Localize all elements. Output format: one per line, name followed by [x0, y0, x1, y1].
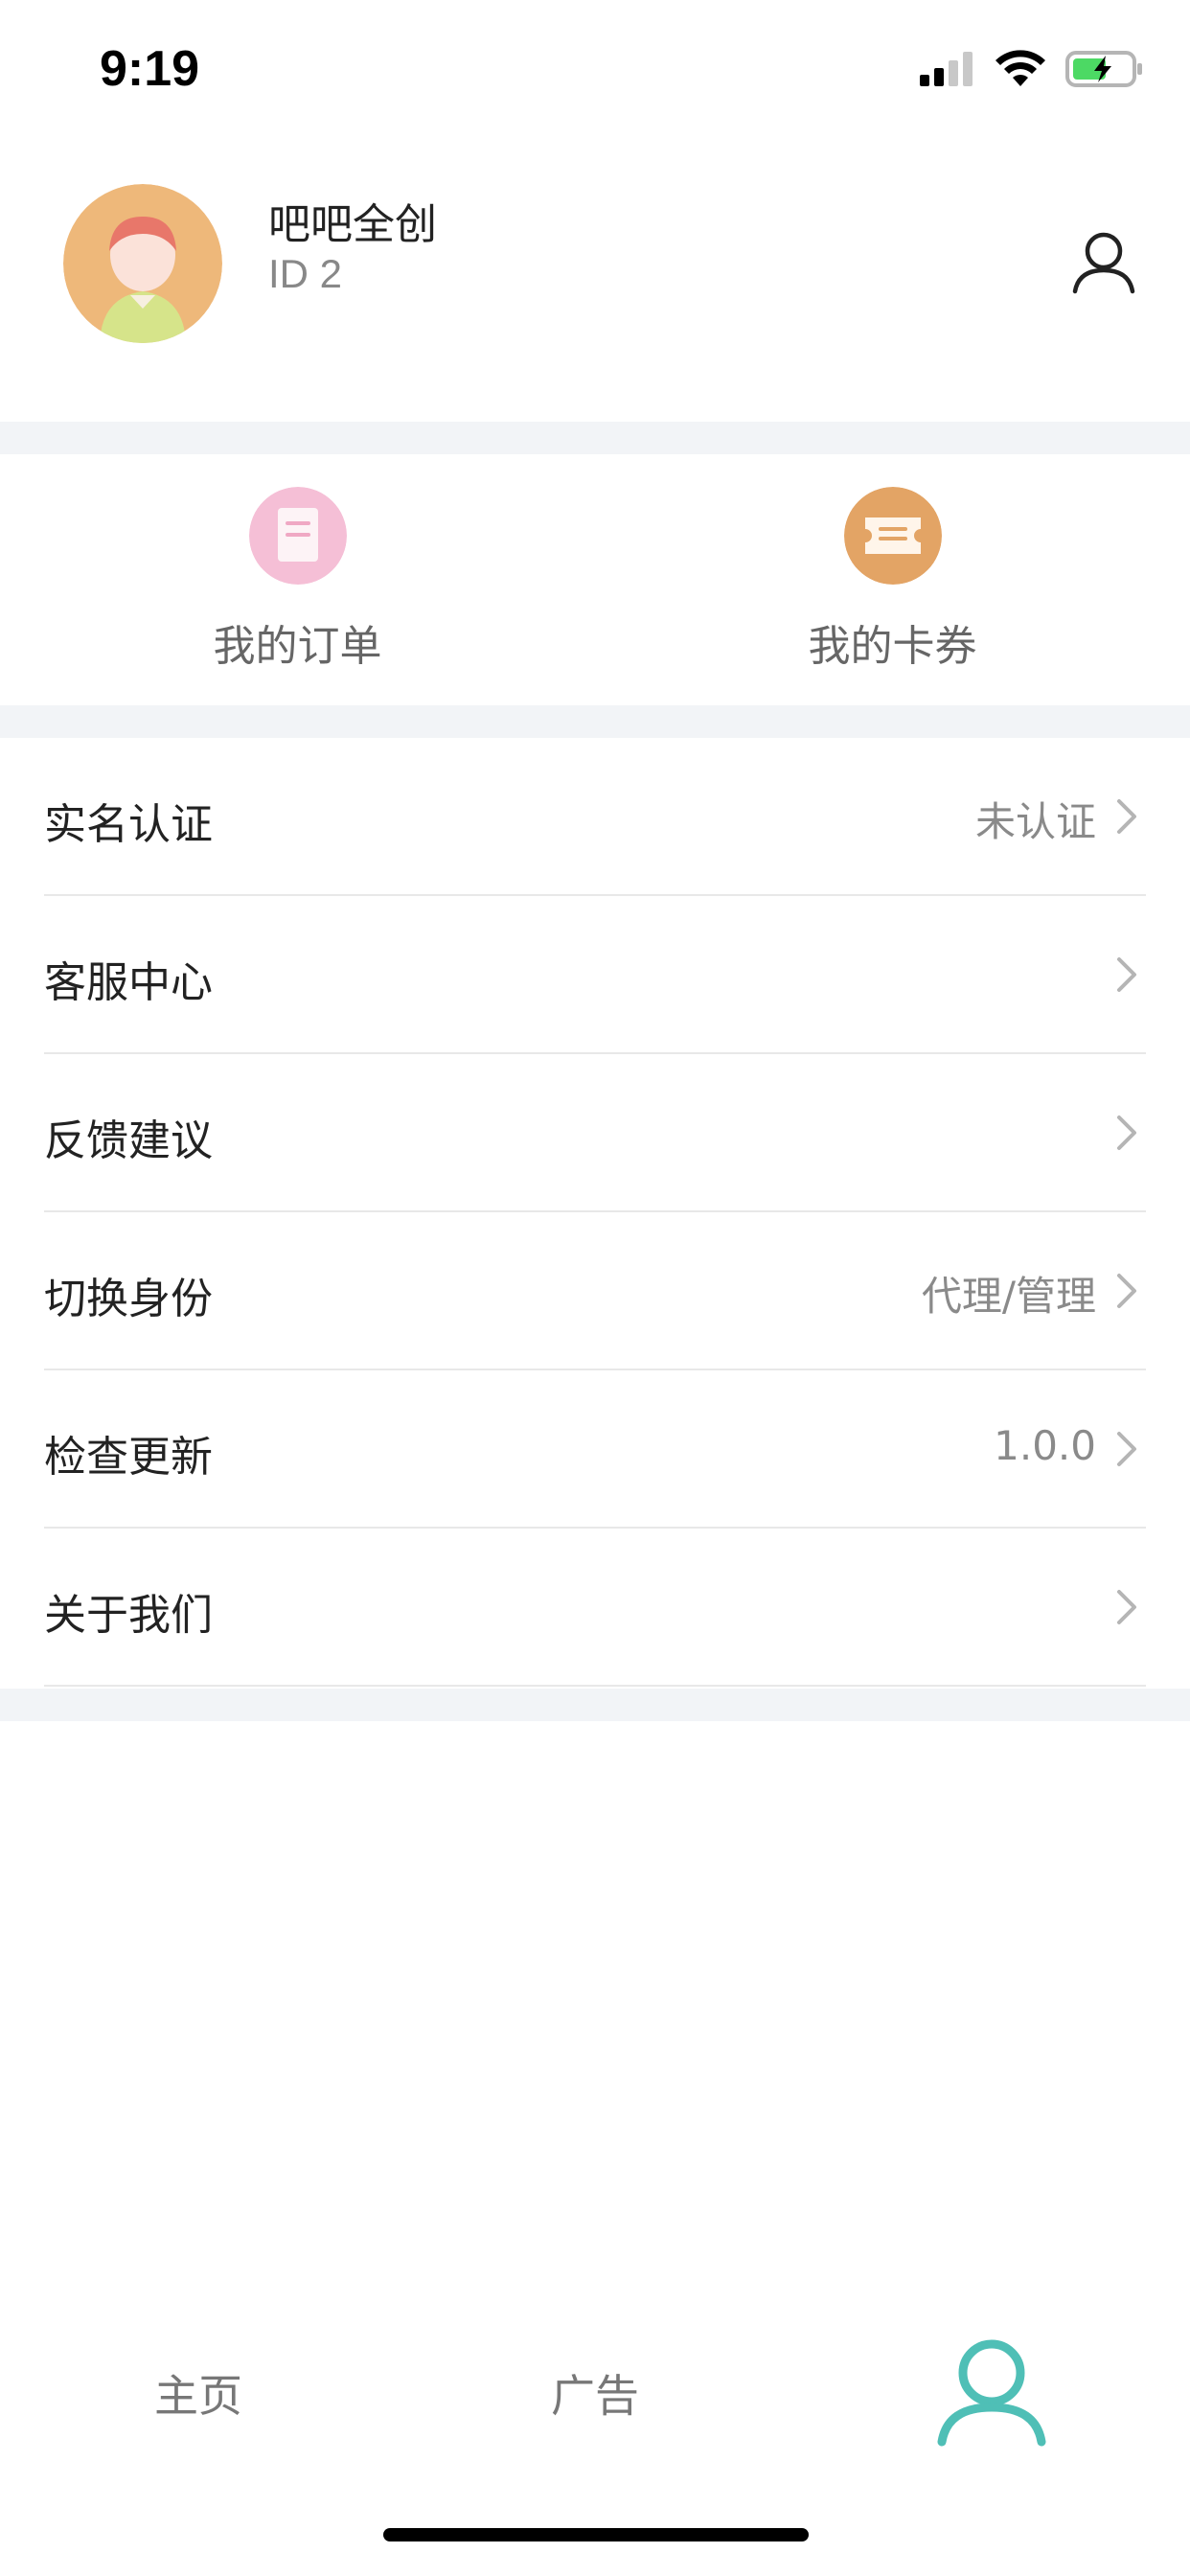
bottom-tab-bar: 主页 广告 [0, 2300, 1190, 2472]
cellular-signal-icon [920, 52, 973, 86]
chevron-right-icon [1117, 1116, 1136, 1150]
menu-item-switch-identity[interactable]: 切换身份 代理/管理 [44, 1212, 1146, 1370]
chevron-right-icon [1117, 1432, 1136, 1466]
status-time: 9:19 [100, 41, 200, 97]
tab-ads-label: 广告 [551, 2370, 639, 2422]
chevron-right-icon [1117, 1590, 1136, 1624]
tab-home[interactable]: 主页 [0, 2300, 397, 2472]
quick-actions: 我的订单 我的卡券 [0, 454, 1190, 705]
section-divider [0, 1689, 1190, 1721]
chevron-right-icon [1117, 799, 1136, 834]
my-coupons-button[interactable]: 我的卡券 [595, 454, 1190, 705]
menu-item-label: 切换身份 [44, 1275, 213, 1323]
my-orders-label: 我的订单 [213, 622, 382, 671]
home-indicator[interactable] [383, 2528, 809, 2542]
menu-item-check-update[interactable]: 检查更新 1.0.0 [44, 1370, 1146, 1529]
tab-profile[interactable] [793, 2300, 1190, 2472]
battery-charging-icon [1065, 51, 1142, 87]
profile-header: 吧吧全创 ID 2 [0, 144, 1190, 422]
tab-ads[interactable]: 广告 [397, 2300, 793, 2472]
order-document-icon [248, 487, 347, 585]
menu-item-label: 关于我们 [44, 1591, 213, 1640]
menu-item-value: 未认证 [974, 798, 1096, 845]
status-icons [920, 50, 1144, 88]
chevron-right-icon [1117, 1274, 1136, 1308]
coupon-ticket-icon [843, 487, 942, 585]
menu-item-customer-service[interactable]: 客服中心 [44, 896, 1146, 1054]
account-icon[interactable] [1069, 228, 1138, 297]
my-coupons-label: 我的卡券 [808, 622, 977, 671]
chevron-right-icon [1117, 957, 1136, 992]
menu-item-label: 检查更新 [44, 1433, 213, 1482]
wifi-icon [995, 50, 1045, 86]
menu-item-label: 反馈建议 [44, 1116, 213, 1165]
person-icon [937, 2339, 1046, 2447]
menu-item-value: 1.0.0 [994, 1422, 1096, 1469]
section-divider [0, 705, 1190, 738]
section-divider [0, 422, 1190, 454]
my-orders-button[interactable]: 我的订单 [0, 454, 595, 705]
menu-item-about-us[interactable]: 关于我们 [44, 1529, 1146, 1687]
menu-item-feedback[interactable]: 反馈建议 [44, 1054, 1146, 1212]
tab-home-label: 主页 [154, 2370, 242, 2422]
user-name: 吧吧全创 [268, 200, 437, 249]
menu-item-label: 客服中心 [44, 958, 213, 1007]
menu-item-real-name-verification[interactable]: 实名认证 未认证 [44, 738, 1146, 896]
status-bar: 9:19 [0, 0, 1190, 144]
menu-item-label: 实名认证 [44, 800, 213, 849]
menu-item-value: 代理/管理 [921, 1273, 1096, 1320]
user-id: ID 2 [268, 251, 343, 296]
user-avatar-icon [63, 184, 222, 343]
settings-menu: 实名认证 未认证 客服中心 反馈建议 切换身份 代理/管理 检查更新 1.0.0… [0, 738, 1190, 1687]
avatar[interactable] [63, 184, 222, 343]
